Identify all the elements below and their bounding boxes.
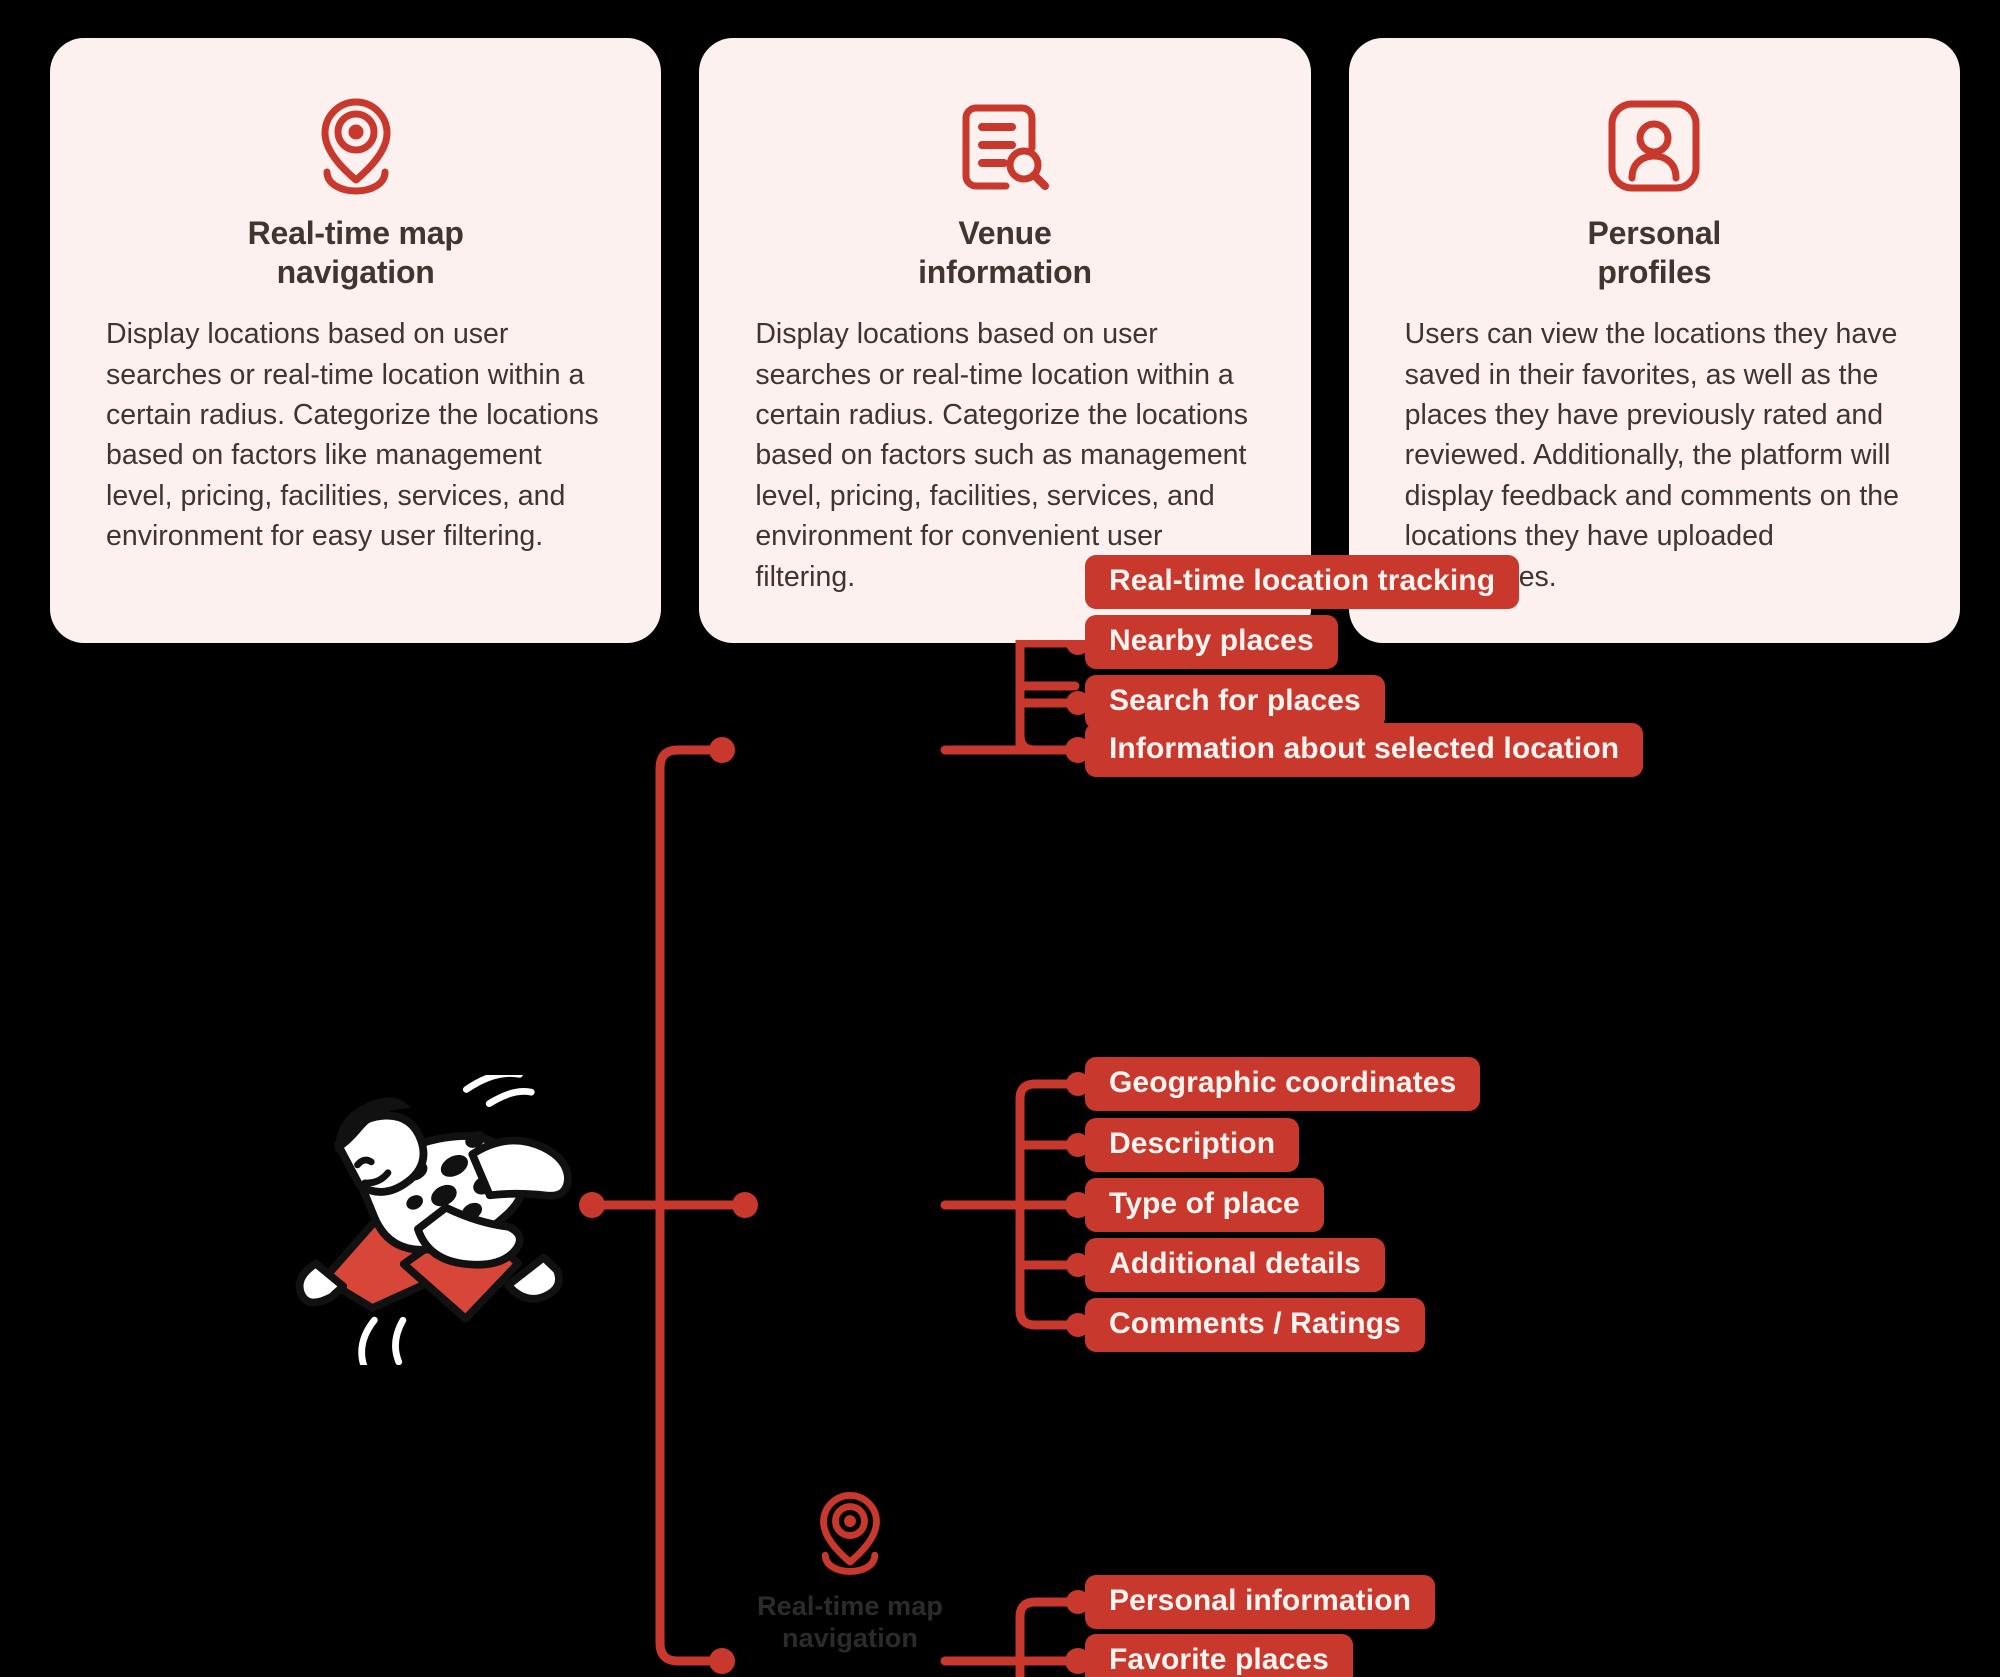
diagram-chip[interactable]: Description: [1085, 1118, 1300, 1172]
feature-card-title: Real-time map navigation: [247, 215, 464, 291]
diagram-chip[interactable]: Search for places: [1085, 675, 1385, 729]
diagram-chip[interactable]: Geographic coordinates: [1085, 1057, 1481, 1111]
diagram-chip[interactable]: Type of place: [1085, 1178, 1324, 1232]
diagram-chip[interactable]: Information about selected location: [1085, 723, 1644, 777]
diagram-chip[interactable]: Real-time location tracking: [1085, 555, 1520, 609]
document-search-icon: [755, 92, 1254, 200]
location-pin-icon: [700, 1485, 1000, 1581]
location-pin-icon: [106, 92, 605, 200]
feature-card-title: Personal profiles: [1587, 215, 1722, 291]
feature-cards-row: Real-time map navigation Display location…: [50, 38, 1960, 644]
diagram-chip[interactable]: Personal information: [1085, 1575, 1436, 1629]
feature-card-real-time-map-navigation: Real-time map navigation Display location…: [50, 38, 662, 644]
diagram-node-real-time-map-navigation: Real-time map navigation: [700, 1485, 1000, 1655]
diagram-node-label: Real-time map navigation: [757, 1591, 943, 1653]
diagram-chip[interactable]: Favorite places: [1085, 1634, 1353, 1677]
feature-card-personal-profiles: Personal profiles Users can view the loca…: [1348, 38, 1960, 644]
feature-card-venue-information: Venue information Display locations based…: [699, 38, 1311, 644]
user-profile-icon: [1405, 92, 1904, 200]
diagram-chip[interactable]: Nearby places: [1085, 615, 1338, 669]
diagram-chip[interactable]: Comments / Ratings: [1085, 1298, 1425, 1352]
page-root: Real-time map navigation Display location…: [0, 0, 2000, 1677]
feature-card-title: Venue information: [918, 215, 1092, 291]
diagram-chip[interactable]: Additional details: [1085, 1238, 1385, 1292]
running-person-illustration: [270, 1075, 600, 1365]
feature-breakdown-diagram: Real-time mapnavigation Venueinformation: [0, 555, 2000, 1677]
feature-card-body: Display locations based on user searches…: [106, 318, 599, 553]
